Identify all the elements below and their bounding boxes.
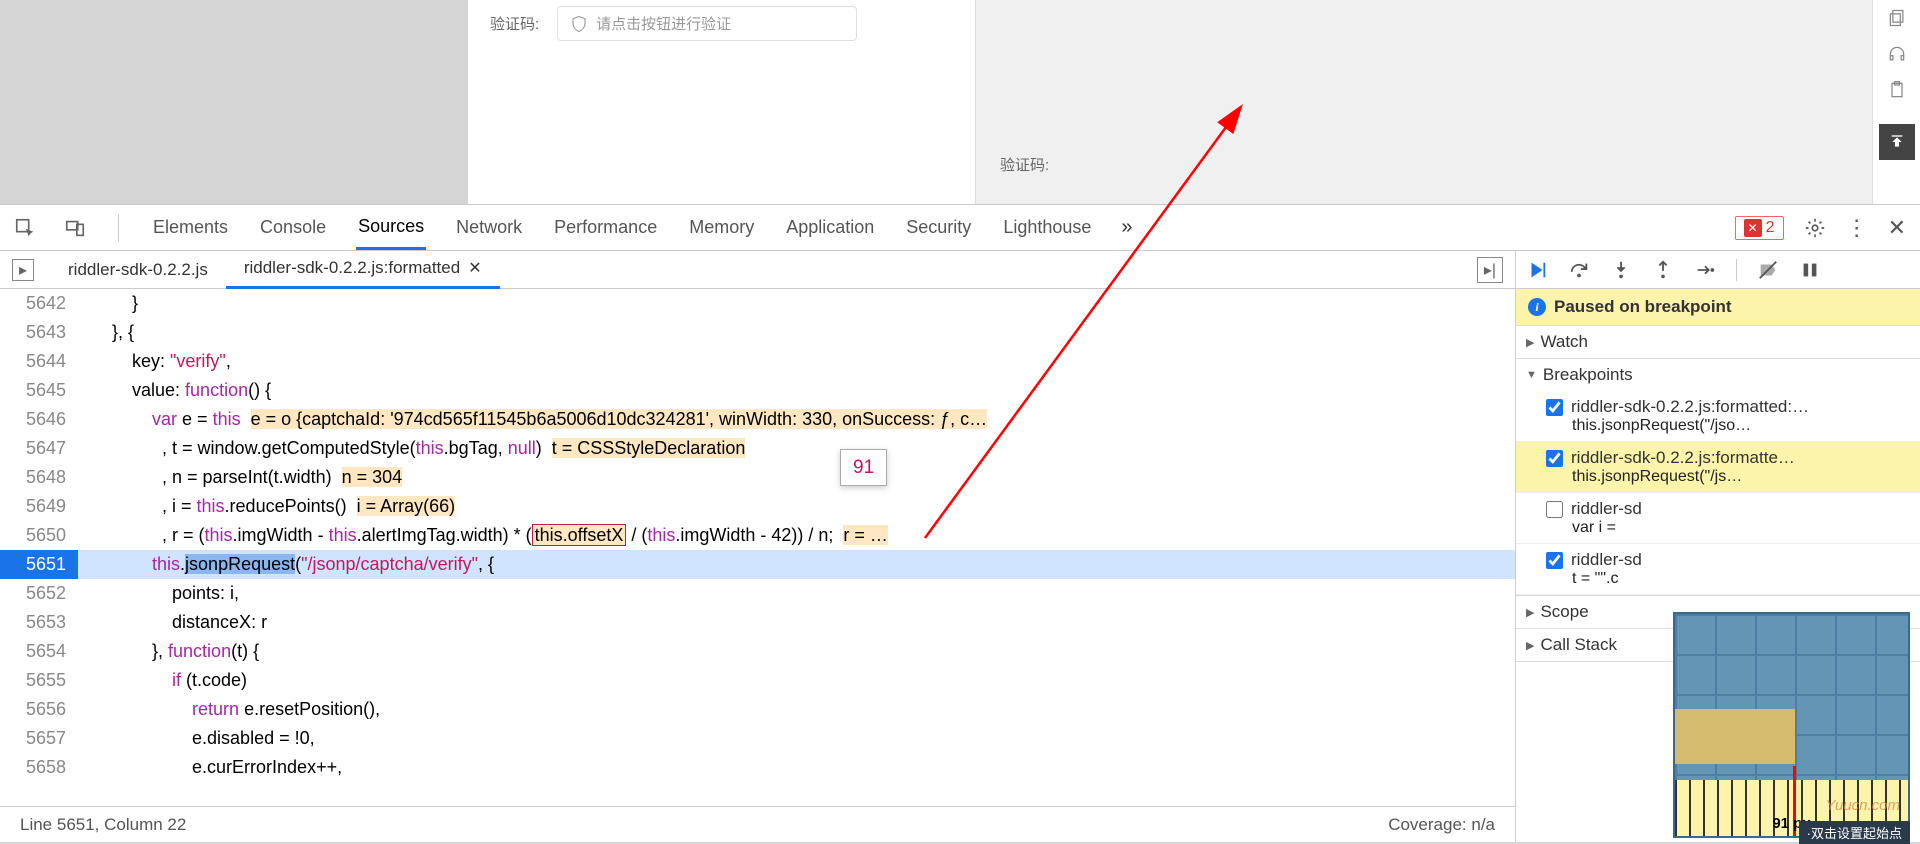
coverage-status: Coverage: n/a (1388, 815, 1495, 835)
code-line[interactable]: 5657 e.disabled = !0, (0, 724, 1515, 753)
pause-exception-icon[interactable] (1799, 259, 1821, 281)
code-line[interactable]: 5644 key: "verify", (0, 347, 1515, 376)
breakpoint-item[interactable]: riddler-sdvar i = (1516, 493, 1920, 544)
code-line[interactable]: 5653 distanceX: r (0, 608, 1515, 637)
file-tab-1[interactable]: riddler-sdk-0.2.2.js (50, 252, 226, 288)
file-tab-2[interactable]: riddler-sdk-0.2.2.js:formatted✕ (226, 250, 500, 289)
devtools-panel: Elements Console Sources Network Perform… (0, 204, 1920, 842)
tab-memory[interactable]: Memory (687, 207, 756, 248)
info-icon: i (1528, 298, 1546, 316)
breakpoint-checkbox[interactable] (1546, 450, 1563, 467)
value-tooltip: 91 (840, 449, 887, 486)
code-line[interactable]: 5654 }, function(t) { (0, 637, 1515, 666)
verify-label: 验证码: (490, 13, 539, 34)
step-over-icon[interactable] (1568, 259, 1590, 281)
status-bar: Line 5651, Column 22 Coverage: n/a (0, 806, 1515, 842)
tab-elements[interactable]: Elements (151, 207, 230, 248)
tab-application[interactable]: Application (784, 207, 876, 248)
code-line[interactable]: 5643 }, { (0, 318, 1515, 347)
settings-icon[interactable] (1804, 217, 1826, 239)
side-toolbar (1872, 0, 1920, 204)
code-line[interactable]: 5645 value: function() { (0, 376, 1515, 405)
verify-button[interactable]: 请点击按钮进行验证 (557, 6, 857, 41)
devtools-close-icon[interactable]: ✕ (1888, 215, 1906, 241)
watermark: Yuucn.com (1826, 797, 1900, 814)
deactivate-bp-icon[interactable] (1757, 259, 1779, 281)
step-into-icon[interactable] (1610, 259, 1632, 281)
zoom-inset: Yuucn.com 91 px (1673, 612, 1910, 838)
code-line[interactable]: 5650 , r = (this.imgWidth - this.alertIm… (0, 521, 1515, 550)
tab-console[interactable]: Console (258, 207, 328, 248)
copy-icon[interactable] (1887, 8, 1907, 28)
code-line[interactable]: 5651 this.jsonpRequest("/jsonp/captcha/v… (0, 550, 1515, 579)
debugger-toolbar (1516, 251, 1920, 289)
headset-icon[interactable] (1887, 44, 1907, 64)
breakpoint-checkbox[interactable] (1546, 399, 1563, 416)
code-line[interactable]: 5646 var e = this e = o {captchaId: '974… (0, 405, 1515, 434)
tab-performance[interactable]: Performance (552, 207, 659, 248)
breakpoint-checkbox[interactable] (1546, 501, 1563, 518)
paused-banner: i Paused on breakpoint (1516, 289, 1920, 326)
run-snippet-icon[interactable]: ▸ (12, 259, 34, 281)
devtools-tabs: Elements Console Sources Network Perform… (0, 205, 1920, 251)
tab-sources[interactable]: Sources (356, 206, 426, 250)
sources-panel: ▸ riddler-sdk-0.2.2.js riddler-sdk-0.2.2… (0, 251, 1516, 842)
breakpoints-header[interactable]: ▼Breakpoints (1516, 359, 1920, 391)
step-icon[interactable] (1694, 259, 1716, 281)
kebab-menu-icon[interactable]: ⋮ (1846, 215, 1868, 241)
error-badge[interactable]: ✕2 (1735, 216, 1784, 240)
verify-label-2: 验证码: (1000, 154, 1049, 175)
tab-network[interactable]: Network (454, 207, 524, 248)
cursor-position: Line 5651, Column 22 (20, 815, 186, 835)
resume-mini-icon[interactable]: ▸| (1477, 257, 1503, 283)
scroll-top-button[interactable] (1879, 124, 1915, 160)
code-editor[interactable]: 5642 }5643 }, {5644 key: "verify",5645 v… (0, 289, 1515, 806)
resume-icon[interactable] (1526, 259, 1548, 281)
breakpoint-item[interactable]: riddler-sdk-0.2.2.js:formatte…this.jsonp… (1516, 442, 1920, 493)
breakpoint-item[interactable]: riddler-sdk-0.2.2.js:formatted:…this.jso… (1516, 391, 1920, 442)
code-line[interactable]: 5649 , i = this.reducePoints() i = Array… (0, 492, 1515, 521)
code-line[interactable]: 5652 points: i, (0, 579, 1515, 608)
inset-hint: ·双击设置起始点 (1799, 821, 1910, 844)
captcha-form-left: 验证码: 请点击按钮进行验证 (468, 0, 976, 204)
code-line[interactable]: 5642 } (0, 289, 1515, 318)
watch-section[interactable]: ▶Watch (1516, 326, 1920, 359)
tab-security[interactable]: Security (904, 207, 973, 248)
shield-icon (570, 15, 588, 33)
tab-lighthouse[interactable]: Lighthouse (1001, 207, 1093, 248)
tabs-more-icon[interactable]: » (1121, 216, 1132, 239)
breakpoint-checkbox[interactable] (1546, 552, 1563, 569)
breakpoints-section: ▼Breakpoints riddler-sdk-0.2.2.js:format… (1516, 359, 1920, 596)
code-line[interactable]: 5658 e.curErrorIndex++, (0, 753, 1515, 782)
verify-placeholder: 请点击按钮进行验证 (596, 13, 731, 34)
code-line[interactable]: 5655 if (t.code) (0, 666, 1515, 695)
close-tab-icon[interactable]: ✕ (468, 258, 481, 278)
clipboard-icon[interactable] (1887, 80, 1907, 100)
step-out-icon[interactable] (1652, 259, 1674, 281)
code-line[interactable]: 5648 , n = parseInt(t.width) n = 304 (0, 463, 1515, 492)
code-line[interactable]: 5647 , t = window.getComputedStyle(this.… (0, 434, 1515, 463)
breakpoint-item[interactable]: riddler-sdt = "".c (1516, 544, 1920, 595)
page-content: 验证码: 请点击按钮进行验证 验证码: 50 100 150 200 250 (0, 0, 1920, 204)
device-icon[interactable] (64, 217, 86, 239)
code-line[interactable]: 5656 return e.resetPosition(), (0, 695, 1515, 724)
file-tabs: ▸ riddler-sdk-0.2.2.js riddler-sdk-0.2.2… (0, 251, 1515, 289)
captcha-form-right: 验证码: 50 100 150 200 250 300 350 400 (976, 0, 1920, 204)
inspect-icon[interactable] (14, 217, 36, 239)
